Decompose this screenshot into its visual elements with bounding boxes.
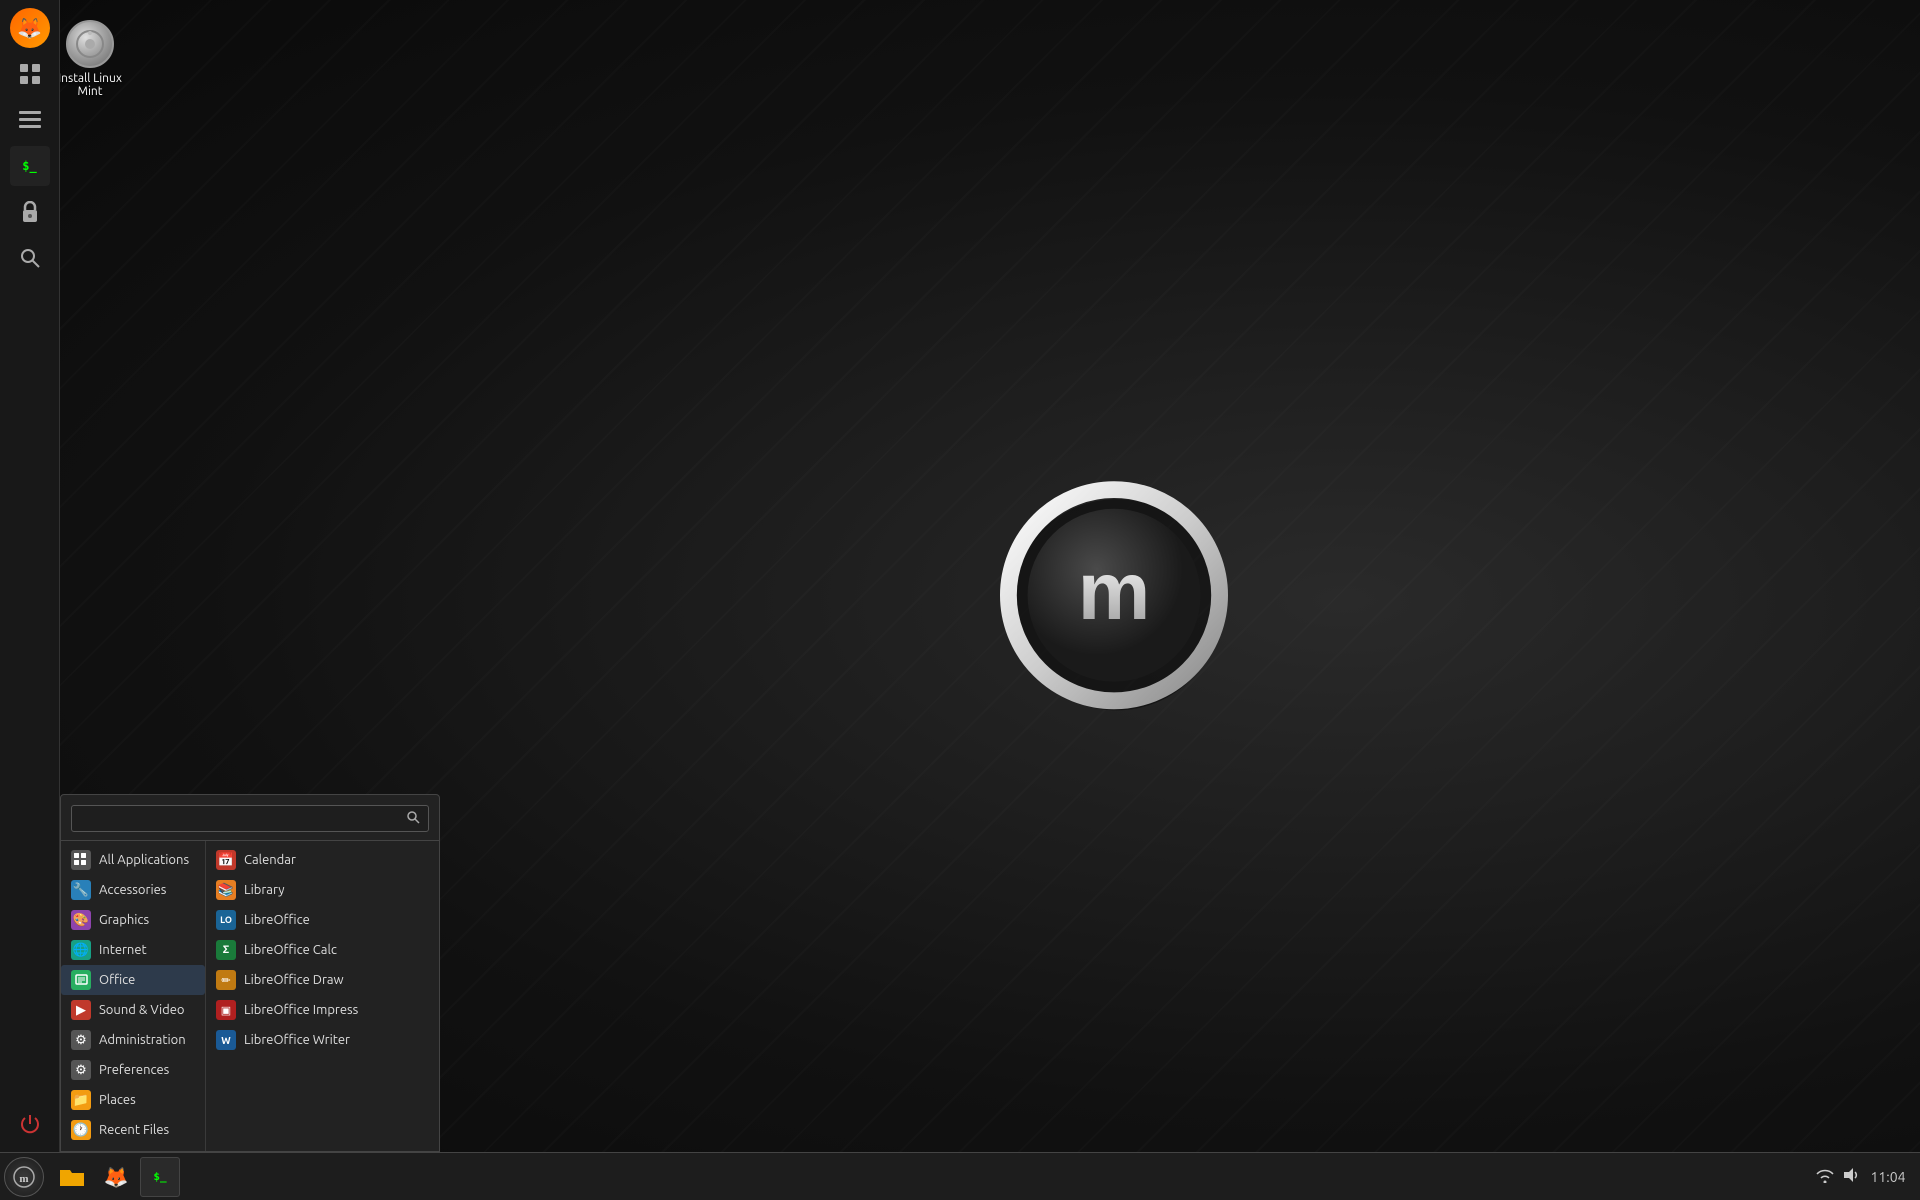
menu-item-calendar[interactable]: 📅 Calendar [206,845,439,875]
menu-item-sound-video[interactable]: ▶ Sound & Video [61,995,205,1025]
svg-text:m: m [19,1173,28,1185]
graphics-label: Graphics [99,913,149,927]
recent-files-icon: 🕐 [71,1120,91,1140]
install-icon-label: Install Linux Mint [50,72,130,98]
menu-left-panel: All Applications 🔧 Accessories 🎨 Graphic… [61,841,206,1151]
administration-icon: ⚙ [71,1030,91,1050]
places-label: Places [99,1093,136,1107]
graphics-icon: 🎨 [71,910,91,930]
desktop: m [0,0,1920,1200]
menu-item-libreoffice[interactable]: LO LibreOffice [206,905,439,935]
accessories-icon: 🔧 [71,880,91,900]
menu-item-graphics[interactable]: 🎨 Graphics [61,905,205,935]
menu-item-libreoffice-impress[interactable]: ▣ LibreOffice Impress [206,995,439,1025]
menu-item-places[interactable]: 📁 Places [61,1085,205,1115]
install-icon-image [66,20,114,68]
menu-item-libreoffice-draw[interactable]: ✏ LibreOffice Draw [206,965,439,995]
sidebar-grid-icon[interactable] [10,54,50,94]
office-icon [71,970,91,990]
all-applications-label: All Applications [99,853,189,867]
menu-item-internet[interactable]: 🌐 Internet [61,935,205,965]
mint-logo: m [994,475,1234,715]
taskbar-firefox-button[interactable]: 🦊 [96,1157,136,1197]
menu-item-administration[interactable]: ⚙ Administration [61,1025,205,1055]
preferences-icon: ⚙ [71,1060,91,1080]
sidebar-lock-icon[interactable] [10,192,50,232]
menu-right-panel: 📅 Calendar 📚 Library LO LibreOffice Σ Li… [206,841,439,1151]
libreoffice-icon: LO [216,910,236,930]
administration-label: Administration [99,1033,186,1047]
library-label: Library [244,883,284,897]
taskbar-terminal-button[interactable]: $_ [140,1157,180,1197]
start-menu: All Applications 🔧 Accessories 🎨 Graphic… [60,794,440,1152]
sidebar-firefox-icon[interactable]: 🦊 [10,8,50,48]
search-input-wrap[interactable] [71,805,429,832]
menu-item-library[interactable]: 📚 Library [206,875,439,905]
libreoffice-calc-icon: Σ [216,940,236,960]
search-bar [61,795,439,841]
libreoffice-writer-label: LibreOffice Writer [244,1033,350,1047]
libreoffice-impress-icon: ▣ [216,1000,236,1020]
taskbar-folder-button[interactable] [52,1157,92,1197]
taskbar: m 🦊 $_ [0,1152,1920,1200]
install-linux-mint-icon[interactable]: Install Linux Mint [50,20,130,98]
menu-item-libreoffice-writer[interactable]: W LibreOffice Writer [206,1025,439,1055]
libreoffice-draw-icon: ✏ [216,970,236,990]
sidebar-power-icon[interactable] [10,1104,50,1144]
libreoffice-calc-label: LibreOffice Calc [244,943,337,957]
library-icon: 📚 [216,880,236,900]
taskbar-time: 11:04 [1868,1169,1908,1185]
taskbar-right: 11:04 [1816,1167,1916,1186]
menu-item-all-applications[interactable]: All Applications [61,845,205,875]
office-label: Office [99,973,135,987]
libreoffice-draw-label: LibreOffice Draw [244,973,344,987]
sound-video-label: Sound & Video [99,1003,185,1017]
svg-text:m: m [1077,546,1150,637]
sidebar-panel: 🦊 $_ [0,0,60,1152]
libreoffice-label: LibreOffice [244,913,310,927]
search-input[interactable] [80,811,406,826]
all-applications-icon [71,850,91,870]
sound-video-icon: ▶ [71,1000,91,1020]
libreoffice-writer-icon: W [216,1030,236,1050]
menu-body: All Applications 🔧 Accessories 🎨 Graphic… [61,841,439,1151]
volume-icon[interactable] [1842,1167,1860,1186]
calendar-label: Calendar [244,853,296,867]
menu-item-preferences[interactable]: ⚙ Preferences [61,1055,205,1085]
calendar-icon: 📅 [216,850,236,870]
accessories-label: Accessories [99,883,166,897]
menu-item-libreoffice-calc[interactable]: Σ LibreOffice Calc [206,935,439,965]
recent-files-label: Recent Files [99,1123,169,1137]
sidebar-terminal-icon[interactable]: $_ [10,146,50,186]
network-icon[interactable] [1816,1167,1834,1186]
internet-label: Internet [99,943,147,957]
internet-icon: 🌐 [71,940,91,960]
libreoffice-impress-label: LibreOffice Impress [244,1003,358,1017]
places-icon: 📁 [71,1090,91,1110]
menu-item-accessories[interactable]: 🔧 Accessories [61,875,205,905]
taskbar-start-button[interactable]: m [4,1157,44,1197]
menu-item-office[interactable]: Office [61,965,205,995]
search-icon [406,810,420,827]
preferences-label: Preferences [99,1063,169,1077]
sidebar-stack-icon[interactable] [10,100,50,140]
menu-item-recent-files[interactable]: 🕐 Recent Files [61,1115,205,1145]
sidebar-search-icon[interactable] [10,238,50,278]
